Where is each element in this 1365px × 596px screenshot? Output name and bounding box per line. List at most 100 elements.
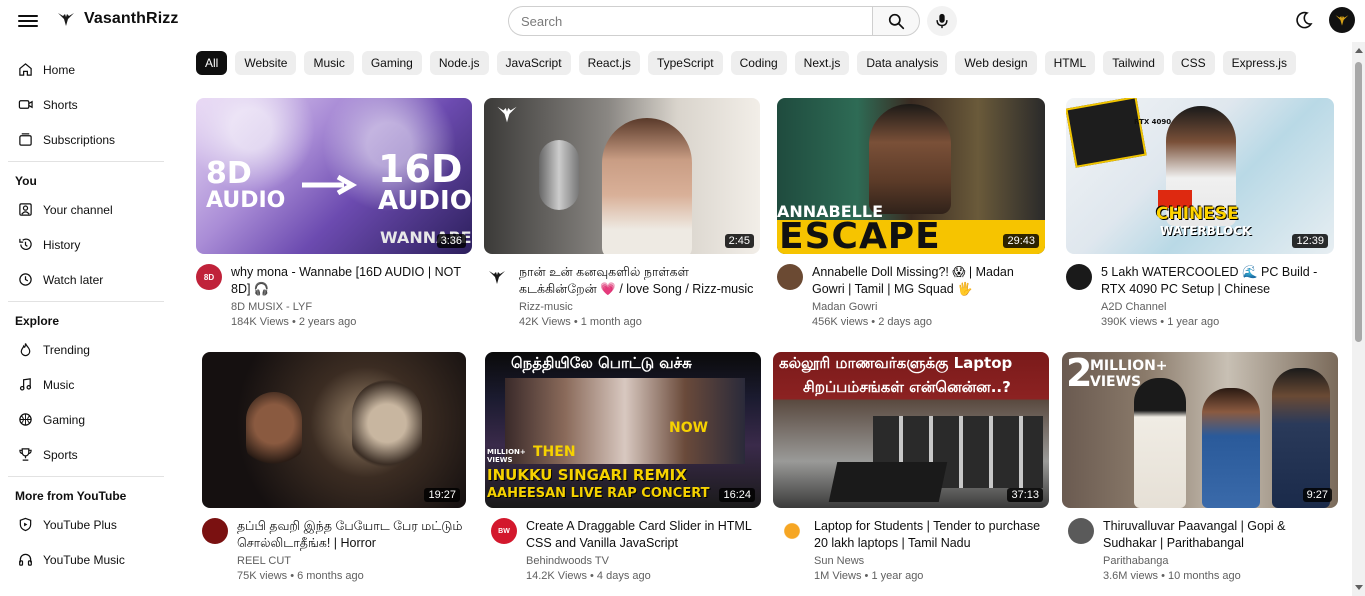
chip-css[interactable]: CSS bbox=[1171, 51, 1215, 75]
video-meta: Annabelle Doll Missing?! 😱 | Madan Gowri… bbox=[777, 264, 1045, 330]
video-meta: Laptop for Students | Tender to purchase… bbox=[779, 518, 1049, 584]
chip-music[interactable]: Music bbox=[304, 51, 354, 75]
thumbnail-text: 2 bbox=[1066, 352, 1093, 395]
channel-avatar[interactable] bbox=[484, 264, 510, 290]
thumbnail-text: WATERBLOCK bbox=[1160, 224, 1252, 238]
chip-web-design[interactable]: Web design bbox=[955, 51, 1037, 75]
video-meta: 8D why mona - Wannabe [16D AUDIO | NOT 8… bbox=[196, 264, 472, 330]
video-card[interactable]: RTX 4090 CHINESE WATERBLOCK 12:39 5 Lakh… bbox=[1066, 98, 1334, 330]
video-title[interactable]: நான் உன் கனவுகளில் நாள்கள் கடக்கின்றேன் … bbox=[519, 264, 760, 298]
video-thumbnail[interactable]: 8D AUDIO 16D AUDIO WANNABE 3:36 bbox=[196, 98, 472, 254]
channel-name[interactable]: A2D Channel bbox=[1101, 300, 1334, 315]
subscriptions-icon bbox=[19, 133, 32, 146]
scroll-up-arrow-icon[interactable] bbox=[1355, 48, 1363, 53]
video-title[interactable]: Laptop for Students | Tender to purchase… bbox=[814, 518, 1049, 552]
video-title[interactable]: Thiruvalluvar Paavangal | Gopi & Sudhaka… bbox=[1103, 518, 1338, 552]
chip-nodejs[interactable]: Node.js bbox=[429, 51, 489, 75]
chip-reactjs[interactable]: React.js bbox=[578, 51, 640, 75]
video-card[interactable]: 2:45 நான் உன் கனவுகளில் நாள்கள் கடக்கின்… bbox=[484, 98, 760, 330]
sidebar-item-sports[interactable]: Sports bbox=[0, 437, 172, 472]
thumbnail-text: ESCAPE bbox=[779, 216, 941, 254]
thumbnail-text: நெத்தியிலே பொட்டு வச்சு bbox=[511, 354, 692, 372]
phoenix-logo-icon bbox=[58, 13, 74, 26]
page-scrollbar[interactable] bbox=[1352, 42, 1365, 596]
channel-name[interactable]: 8D MUSIX - LYF bbox=[231, 300, 472, 315]
person-art bbox=[1134, 378, 1186, 508]
sidebar-item-watch-later[interactable]: Watch later bbox=[0, 262, 172, 297]
video-stats: 390K views • 1 year ago bbox=[1101, 316, 1220, 328]
video-title[interactable]: 5 Lakh WATERCOOLED 🌊 PC Build - RTX 4090… bbox=[1101, 264, 1334, 298]
menu-icon[interactable] bbox=[18, 12, 38, 30]
chip-javascript[interactable]: JavaScript bbox=[496, 51, 571, 75]
channel-avatar[interactable] bbox=[202, 518, 228, 544]
video-thumbnail[interactable]: 2:45 bbox=[484, 98, 760, 254]
person-art bbox=[1272, 368, 1330, 508]
sidebar-item-your-channel[interactable]: Your channel bbox=[0, 192, 172, 227]
sidebar-item-youtube-music[interactable]: YouTube Music bbox=[0, 542, 172, 577]
sidebar-item-home[interactable]: Home bbox=[0, 52, 172, 87]
channel-name[interactable]: Sun News bbox=[814, 554, 1049, 569]
sidebar-item-shorts[interactable]: Shorts bbox=[0, 87, 172, 122]
video-title[interactable]: Create A Draggable Card Slider in HTML C… bbox=[526, 518, 761, 552]
video-card[interactable]: கல்லூரி மாணவர்களுக்கு Laptop சிறப்பம்சங்… bbox=[773, 352, 1049, 584]
chip-expressjs[interactable]: Express.js bbox=[1222, 51, 1296, 75]
video-title[interactable]: why mona - Wannabe [16D AUDIO | NOT 8D] … bbox=[231, 264, 472, 298]
sidebar-item-trending[interactable]: Trending bbox=[0, 332, 172, 367]
sidebar-item-history[interactable]: History bbox=[0, 227, 172, 262]
video-duration: 3:36 bbox=[436, 234, 466, 248]
trophy-icon bbox=[19, 448, 32, 461]
chip-all[interactable]: All bbox=[196, 51, 228, 75]
video-thumbnail[interactable]: RTX 4090 CHINESE WATERBLOCK 12:39 bbox=[1066, 98, 1334, 254]
channel-avatar[interactable]: BW bbox=[491, 518, 517, 544]
video-info: why mona - Wannabe [16D AUDIO | NOT 8D] … bbox=[231, 264, 472, 330]
video-title[interactable]: Annabelle Doll Missing?! 😱 | Madan Gowri… bbox=[812, 264, 1045, 298]
video-thumbnail[interactable]: நெத்தியிலே பொட்டு வச்சு MILLION+ VIEWS T… bbox=[485, 352, 761, 508]
history-icon bbox=[19, 238, 32, 251]
chip-typescript[interactable]: TypeScript bbox=[647, 51, 723, 75]
search-button[interactable] bbox=[872, 6, 920, 36]
channel-avatar[interactable] bbox=[777, 264, 803, 290]
user-avatar[interactable] bbox=[1329, 7, 1355, 33]
phoenix-logo-icon bbox=[489, 271, 505, 284]
sidebar-item-music[interactable]: Music bbox=[0, 367, 172, 402]
channel-avatar[interactable] bbox=[779, 518, 805, 544]
video-thumbnail[interactable]: கல்லூரி மாணவர்களுக்கு Laptop சிறப்பம்சங்… bbox=[773, 352, 1049, 508]
video-card[interactable]: நெத்தியிலே பொட்டு வச்சு MILLION+ VIEWS T… bbox=[485, 352, 761, 584]
voice-search-button[interactable] bbox=[927, 6, 957, 36]
chip-data-analysis[interactable]: Data analysis bbox=[857, 51, 948, 75]
scroll-down-arrow-icon[interactable] bbox=[1355, 585, 1363, 590]
sidebar-item-youtube-plus[interactable]: YouTube Plus bbox=[0, 507, 172, 542]
logo[interactable]: VasanthRizz bbox=[56, 9, 178, 29]
chip-gaming[interactable]: Gaming bbox=[361, 51, 422, 75]
channel-avatar[interactable]: 8D bbox=[196, 264, 222, 290]
chip-html[interactable]: HTML bbox=[1044, 51, 1096, 75]
channel-name[interactable]: REEL CUT bbox=[237, 554, 466, 569]
channel-name[interactable]: Madan Gowri bbox=[812, 300, 1045, 315]
channel-name[interactable]: Behindwoods TV bbox=[526, 554, 761, 569]
channel-name[interactable]: Parithabanga bbox=[1103, 554, 1338, 569]
video-card[interactable]: ANNABELLE ESCAPE 29:43 Annabelle Doll Mi… bbox=[777, 98, 1045, 330]
channel-avatar[interactable] bbox=[1066, 264, 1092, 290]
scroll-thumb[interactable] bbox=[1355, 62, 1362, 342]
video-card[interactable]: 8D AUDIO 16D AUDIO WANNABE 3:36 8D why m… bbox=[196, 98, 472, 330]
chip-website[interactable]: Website bbox=[235, 51, 297, 75]
video-thumbnail[interactable]: ANNABELLE ESCAPE 29:43 bbox=[777, 98, 1045, 254]
video-card[interactable]: 19:27 தப்பி தவறி இந்த பேயோட பேர மட்டும் … bbox=[202, 352, 466, 584]
video-duration: 9:27 bbox=[1302, 488, 1332, 502]
moon-icon[interactable] bbox=[1294, 10, 1314, 30]
sidebar-item-gaming[interactable]: Gaming bbox=[0, 402, 172, 437]
video-thumbnail[interactable]: 2 MILLION+ VIEWS 9:27 bbox=[1062, 352, 1338, 508]
channel-name[interactable]: Rizz-music bbox=[519, 300, 760, 315]
video-info: Annabelle Doll Missing?! 😱 | Madan Gowri… bbox=[812, 264, 1045, 330]
video-info: தப்பி தவறி இந்த பேயோட பேர மட்டும் சொல்லி… bbox=[237, 518, 466, 584]
chip-coding[interactable]: Coding bbox=[730, 51, 787, 75]
chip-tailwind[interactable]: Tailwind bbox=[1103, 51, 1164, 75]
channel-avatar[interactable] bbox=[1068, 518, 1094, 544]
video-card[interactable]: 2 MILLION+ VIEWS 9:27 Thiruvalluvar Paav… bbox=[1062, 352, 1338, 584]
video-title[interactable]: தப்பி தவறி இந்த பேயோட பேர மட்டும் சொல்லி… bbox=[237, 518, 466, 552]
sidebar-item-subscriptions[interactable]: Subscriptions bbox=[0, 122, 172, 157]
thumbnail-text: INUKKU SINGARI REMIX bbox=[487, 466, 687, 484]
search-input[interactable] bbox=[508, 6, 872, 36]
chip-nextjs[interactable]: Next.js bbox=[794, 51, 850, 75]
video-thumbnail[interactable]: 19:27 bbox=[202, 352, 466, 508]
